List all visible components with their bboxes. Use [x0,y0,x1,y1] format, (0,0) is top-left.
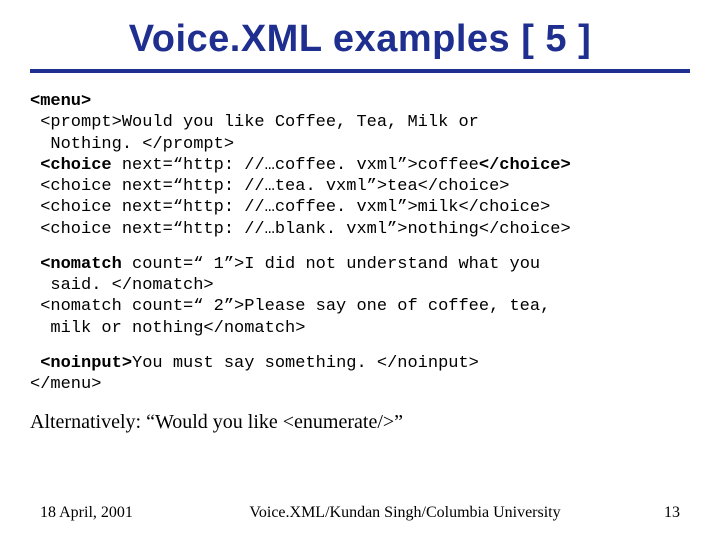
choice2: <choice next=“http: //…tea. vxml”>tea</c… [30,176,690,197]
footer-source: Voice.XML/Kundan Singh/Columbia Universi… [190,504,620,522]
nomatch2-line1: <nomatch count=“ 2”>Please say one of co… [30,296,690,317]
footer-date: 18 April, 2001 [40,504,190,522]
prompt-line-2: Nothing. </prompt> [30,134,690,155]
code-block-noinput: <noinput>You must say something. </noinp… [30,353,690,396]
choice1-close: </choice> [479,156,571,175]
alternative-text: Alternatively: “Would you like <enumerat… [0,409,720,434]
nomatch1-body: count=“ 1”>I did not understand what you [122,255,540,274]
nomatch2-line2: milk or nothing</nomatch> [30,318,690,339]
footer-page-number: 13 [620,504,680,522]
nomatch1-line2: said. </nomatch> [30,275,690,296]
slide-footer: 18 April, 2001 Voice.XML/Kundan Singh/Co… [0,504,720,522]
noinput-tag: <noinput> [30,354,132,373]
noinput-body: You must say something. </noinput> [132,354,479,373]
code-block-menu: <menu> <prompt>Would you like Coffee, Te… [30,91,690,240]
code-block-nomatch: <nomatch count=“ 1”>I did not understand… [30,254,690,339]
menu-open: <menu> [30,92,91,111]
choice1-body: next=“http: //…coffee. vxml”>coffee [112,156,479,175]
menu-close: </menu> [30,374,690,395]
choice4: <choice next=“http: //…blank. vxml”>noth… [30,219,690,240]
title-underline [30,69,690,73]
choice1-tag: <choice [30,156,112,175]
slide-title: Voice.XML examples [ 5 ] [0,0,720,69]
choice3: <choice next=“http: //…coffee. vxml”>mil… [30,197,690,218]
prompt-line-1: <prompt>Would you like Coffee, Tea, Milk… [30,112,690,133]
nomatch1-tag: <nomatch [30,255,122,274]
code-content: <menu> <prompt>Would you like Coffee, Te… [0,91,720,395]
